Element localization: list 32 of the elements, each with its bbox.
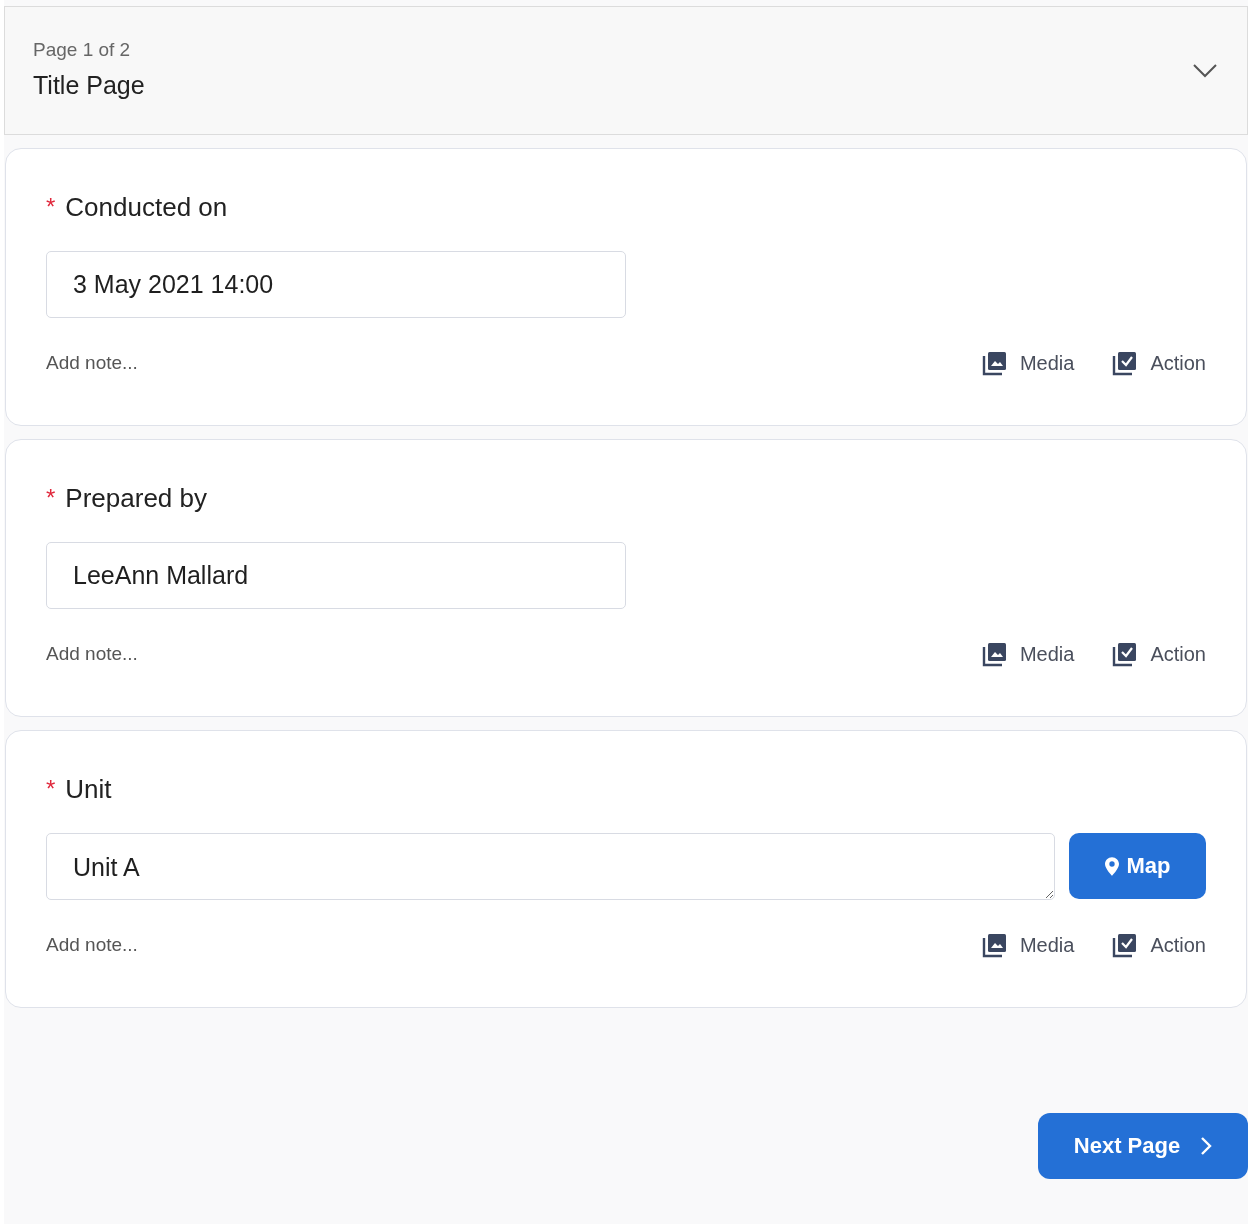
map-pin-icon bbox=[1104, 856, 1119, 876]
checkbox-stack-icon bbox=[1112, 350, 1139, 376]
next-page-button[interactable]: Next Page bbox=[1038, 1113, 1248, 1179]
input-field[interactable]: Unit A bbox=[46, 833, 1055, 900]
action-button[interactable]: Action bbox=[1112, 350, 1206, 376]
add-note-link[interactable]: Add note... bbox=[46, 352, 138, 374]
input-field[interactable]: 3 May 2021 14:00 bbox=[46, 251, 626, 318]
page-header[interactable]: Page 1 of 2 Title Page bbox=[4, 6, 1248, 135]
checkbox-stack-icon bbox=[1112, 932, 1139, 958]
chevron-down-icon[interactable] bbox=[1193, 63, 1217, 78]
image-stack-icon bbox=[981, 932, 1008, 958]
question-label: Unit bbox=[65, 773, 112, 805]
image-stack-icon bbox=[981, 350, 1008, 376]
page-indicator: Page 1 of 2 bbox=[33, 39, 132, 61]
required-asterisk: * bbox=[46, 775, 56, 803]
image-stack-icon bbox=[981, 641, 1008, 667]
add-note-link[interactable]: Add note... bbox=[46, 934, 138, 956]
action-button[interactable]: Action bbox=[1112, 641, 1206, 667]
required-asterisk: * bbox=[46, 193, 56, 221]
required-asterisk: * bbox=[46, 484, 56, 512]
add-note-link[interactable]: Add note... bbox=[46, 643, 138, 665]
page-title: Title Page bbox=[33, 71, 145, 100]
map-button[interactable]: Map bbox=[1069, 833, 1206, 899]
question-label: Prepared by bbox=[65, 482, 207, 514]
input-field[interactable]: LeeAnn Mallard bbox=[46, 542, 626, 609]
media-button[interactable]: Media bbox=[981, 932, 1075, 958]
action-button[interactable]: Action bbox=[1112, 932, 1206, 958]
chevron-right-icon bbox=[1200, 1136, 1213, 1156]
question-label: Conducted on bbox=[65, 191, 228, 223]
checkbox-stack-icon bbox=[1112, 641, 1139, 667]
media-button[interactable]: Media bbox=[981, 350, 1075, 376]
media-button[interactable]: Media bbox=[981, 641, 1075, 667]
